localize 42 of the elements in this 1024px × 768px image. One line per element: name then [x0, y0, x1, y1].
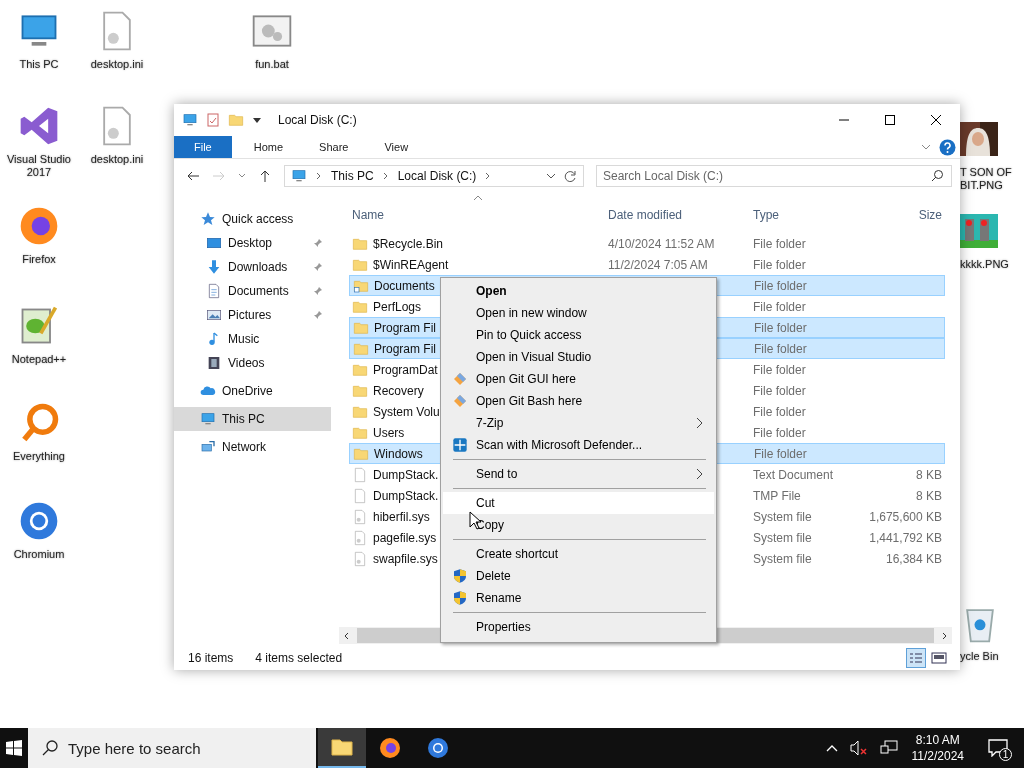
size-text: 8 KB: [916, 467, 942, 482]
size-text: 1,675,600 KB: [869, 509, 942, 524]
file-name: DumpStack.: [373, 488, 439, 503]
date-text: 11/2/2024 7:05 AM: [608, 257, 708, 272]
size-text: 1,441,792 KB: [869, 530, 942, 545]
file-name: Documents: [374, 278, 435, 293]
size-text: 16,384 KB: [885, 551, 942, 566]
file-name: Users: [373, 425, 405, 440]
type-text: File folder: [754, 320, 807, 335]
size-text: 8 KB: [916, 488, 942, 503]
file-name: Recovery: [373, 383, 424, 398]
type-text: Text Document: [753, 467, 834, 482]
date-text: 4/10/2024 11:52 AM: [608, 236, 715, 251]
type-text: System file: [753, 551, 812, 566]
type-text: File folder: [753, 299, 806, 314]
item-count: 16 items: [188, 651, 234, 665]
window-title: Local Disk (C:): [278, 113, 357, 127]
type-text: File folder: [753, 383, 806, 398]
file-name: System Volu: [373, 404, 440, 419]
file-name: PerfLogs: [373, 299, 422, 314]
file-name: DumpStack.: [373, 467, 439, 482]
file-name: swapfile.sys: [373, 551, 438, 566]
file-name: hiberfil.sys: [373, 509, 430, 524]
type-text: File folder: [753, 362, 806, 377]
file-name: Windows: [374, 446, 423, 461]
file-name: $Recycle.Bin: [373, 236, 444, 251]
type-text: File folder: [754, 341, 807, 356]
type-text: File folder: [753, 404, 806, 419]
file-name: $WinREAgent: [373, 257, 449, 272]
type-text: System file: [753, 530, 812, 545]
type-text: File folder: [753, 257, 806, 272]
type-text: System file: [753, 509, 812, 524]
selection-count: 4 items selected: [255, 651, 343, 665]
type-text: File folder: [753, 236, 806, 251]
type-text: File folder: [754, 278, 807, 293]
type-text: File folder: [753, 425, 806, 440]
file-name: pagefile.sys: [373, 530, 437, 545]
type-text: TMP File: [753, 488, 801, 503]
file-name: ProgramDat: [373, 362, 438, 377]
file-name: Program Fil: [374, 341, 436, 356]
type-text: File folder: [754, 446, 807, 461]
file-name: Program Fil: [374, 320, 436, 335]
